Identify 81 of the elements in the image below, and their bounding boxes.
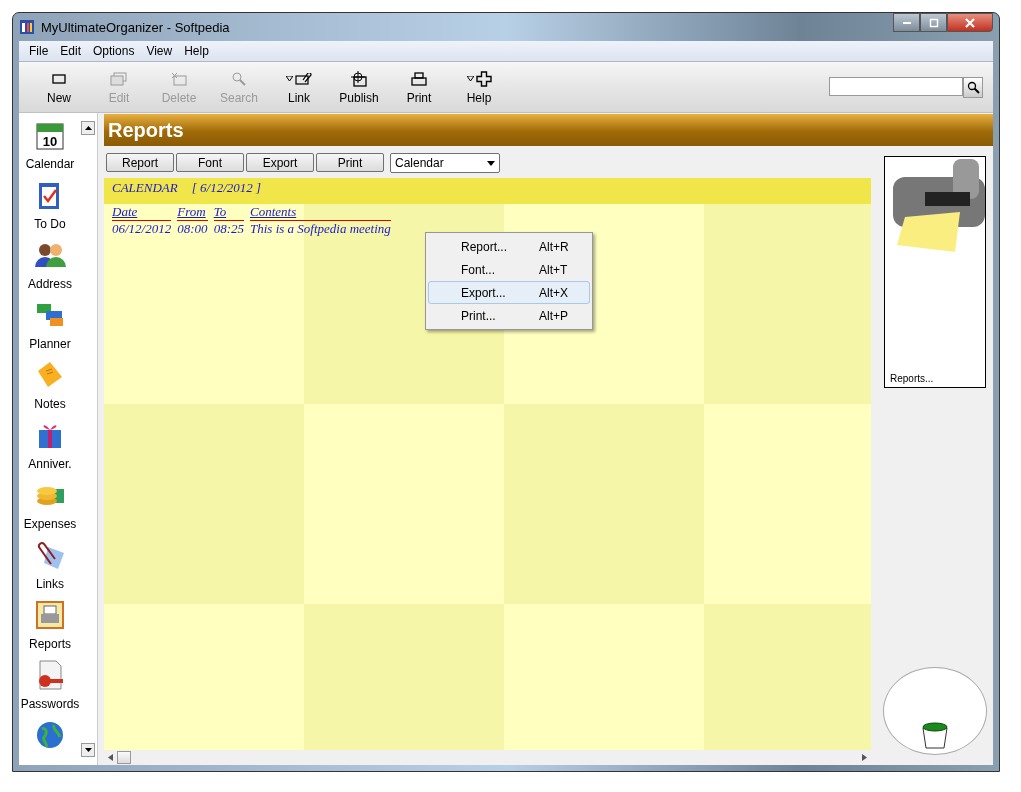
minimize-icon: [902, 21, 911, 24]
close-button[interactable]: [947, 13, 993, 32]
report-button[interactable]: Export: [246, 153, 314, 172]
sidebar-item[interactable]: Anniver.: [28, 419, 72, 479]
column-header: Contents: [250, 204, 391, 221]
sidebar-label: Calendar: [25, 157, 75, 171]
search-icon: [230, 71, 248, 86]
report-button[interactable]: Report: [106, 153, 174, 172]
paperclip-icon: [294, 72, 313, 85]
sidebar-label: Links: [36, 577, 64, 591]
column-header: Date: [112, 204, 172, 221]
menu-item[interactable]: Print... Alt+P: [428, 304, 590, 327]
report-button[interactable]: Print: [316, 153, 384, 172]
maximize-button[interactable]: [920, 13, 947, 32]
printer-icon: [34, 599, 66, 631]
table-cell: This is a Softpedia meeting: [250, 221, 391, 237]
scroll-down-button[interactable]: [81, 743, 95, 757]
toolbar-button[interactable]: Publish: [329, 69, 389, 105]
toolbar-button[interactable]: Help: [449, 69, 509, 105]
sidebar-label: Notes: [34, 397, 66, 411]
menu-item[interactable]: Options: [87, 44, 141, 58]
printer-icon: [411, 71, 427, 86]
sidebar-item[interactable]: Planner: [29, 299, 71, 359]
close-icon: [965, 17, 975, 28]
right-arrow-icon: [862, 754, 867, 761]
search-button[interactable]: [963, 76, 983, 98]
preview-caption: Reports...: [889, 373, 935, 386]
report-button[interactable]: Font: [176, 153, 244, 172]
sidebar-item[interactable]: Address: [28, 239, 72, 299]
page-icon: [52, 72, 66, 85]
caret-icon: [466, 76, 474, 81]
sidebar-label: Address: [28, 277, 72, 291]
window-title: MyUltimateOrganizer - Softpedia: [41, 19, 230, 35]
delete-icon: [171, 71, 187, 86]
sidebar-item[interactable]: To Do: [34, 179, 66, 239]
sidebar-label: Passwords: [20, 697, 80, 711]
sidebar-item[interactable]: Passwords: [20, 659, 80, 719]
app-icon: [19, 19, 35, 35]
up-arrow-icon: [84, 126, 92, 130]
page-title: Reports: [108, 118, 184, 142]
sidebar-label: Expenses: [23, 517, 77, 531]
sidebar-label: Planner: [29, 337, 71, 351]
scroll-thumb[interactable]: [117, 751, 131, 764]
menu-item[interactable]: File: [23, 44, 55, 58]
sidebar-item[interactable]: 10 Calendar: [25, 119, 75, 179]
column-header: To: [213, 204, 244, 221]
menu-item[interactable]: Font... Alt+T: [428, 258, 590, 281]
sidebar-item[interactable]: Reports: [29, 599, 71, 659]
menu-item[interactable]: Help: [178, 44, 215, 58]
sidebar-item[interactable]: Expenses: [23, 479, 77, 539]
report-dropdown[interactable]: Calendar: [390, 153, 500, 173]
menu-item[interactable]: View: [140, 44, 179, 58]
table-cell: 08:00: [177, 221, 208, 237]
search-field[interactable]: [829, 76, 963, 96]
report-title: CALENDAR: [112, 180, 178, 196]
caret-icon: [487, 160, 495, 166]
toolbar-button[interactable]: Link: [269, 69, 329, 105]
caret-icon: [285, 76, 293, 81]
toolbar-button[interactable]: New: [29, 69, 89, 105]
menu-item[interactable]: Report... Alt+R: [428, 235, 590, 258]
sidebar-item[interactable]: Links: [34, 539, 66, 599]
table-cell: 08:25: [213, 221, 244, 237]
sidebar-label: To Do: [34, 217, 66, 231]
globe-icon: [34, 719, 66, 751]
minimize-button[interactable]: [893, 13, 920, 32]
maximize-icon: [928, 17, 939, 28]
column-header: From: [177, 204, 208, 221]
sidebar-label: Anniver.: [28, 457, 72, 471]
sidebar-label: Reports: [29, 637, 71, 651]
table-cell: 06/12/2012: [112, 221, 172, 237]
scroll-up-button[interactable]: [81, 121, 95, 135]
pages-icon: [110, 71, 128, 86]
left-arrow-icon: [108, 754, 113, 761]
publish-icon: [349, 70, 369, 87]
plus-icon: [475, 70, 492, 87]
toolbar-button[interactable]: Print: [389, 69, 449, 105]
menu-item[interactable]: Edit: [54, 44, 88, 58]
down-arrow-icon: [84, 748, 92, 752]
sidebar-item[interactable]: Notes: [34, 359, 66, 419]
report-date: [ 6/12/2012 ]: [191, 180, 262, 196]
menu-item[interactable]: Export... Alt+X: [428, 281, 590, 304]
